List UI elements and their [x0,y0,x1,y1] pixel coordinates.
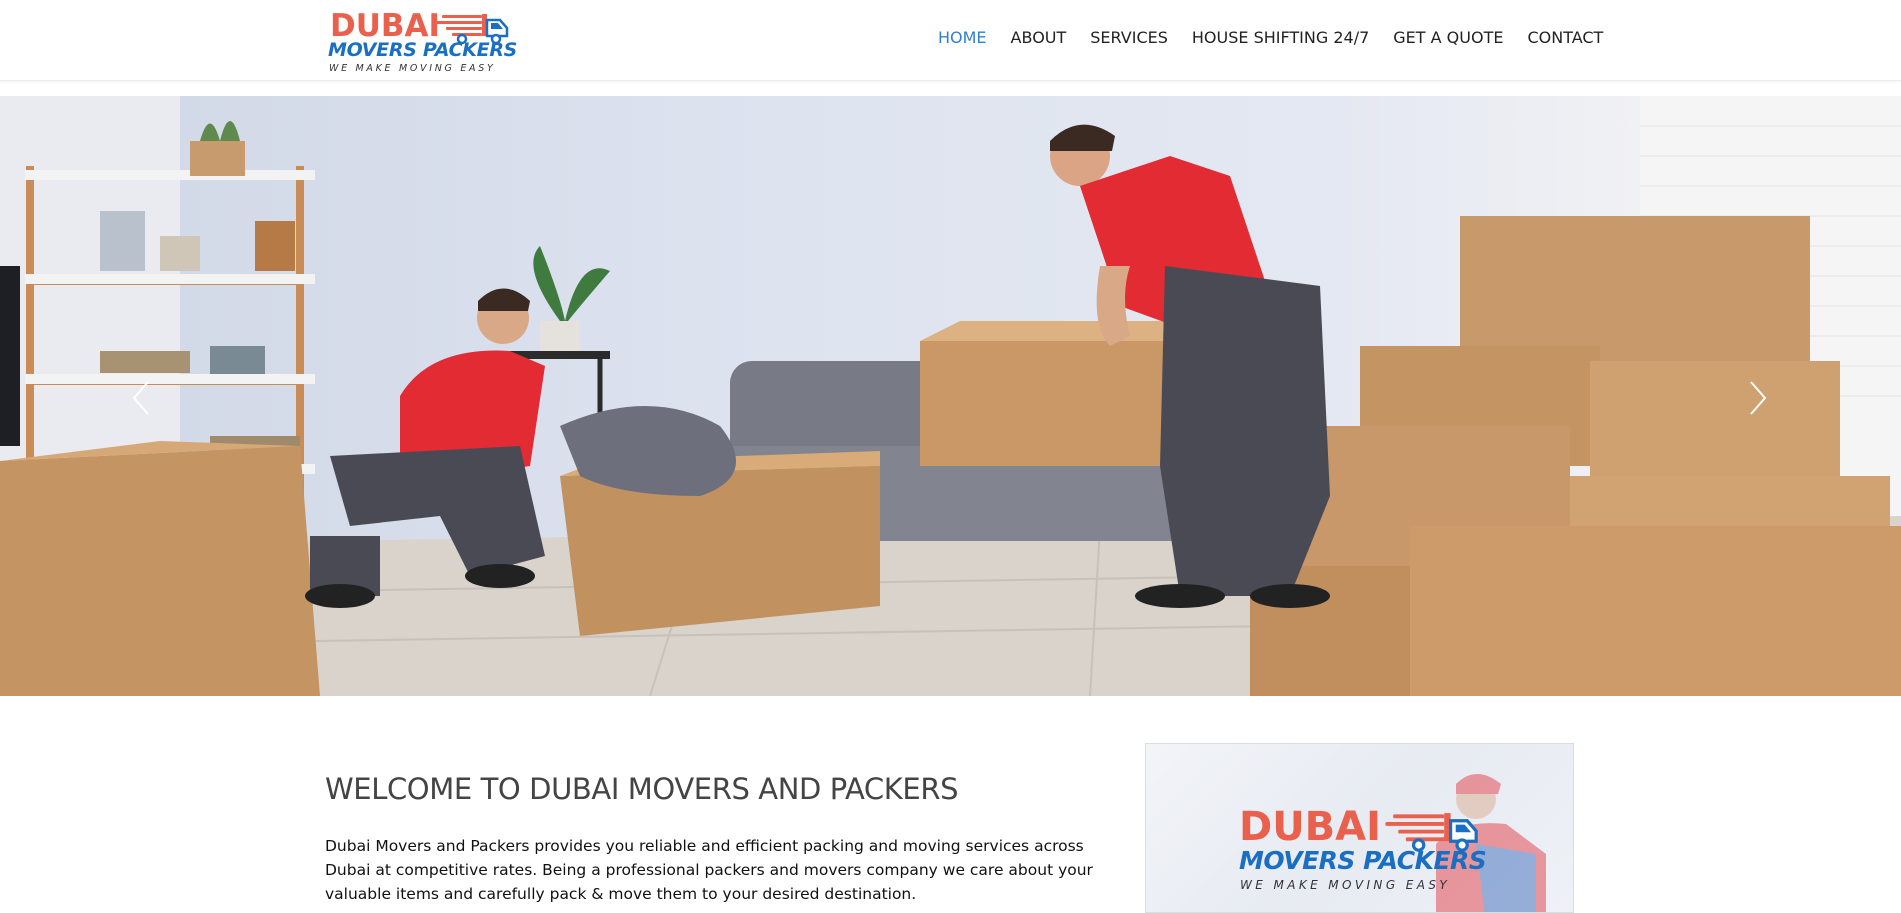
slider-next-button[interactable] [1743,378,1773,418]
nav-item-get-a-quote[interactable]: GET A QUOTE [1393,26,1503,50]
main-nav: HOME ABOUT SERVICES HOUSE SHIFTING 24/7 … [938,26,1603,50]
nav-item-house-shifting[interactable]: HOUSE SHIFTING 24/7 [1192,26,1369,50]
nav-item-about[interactable]: ABOUT [1011,26,1067,50]
nav-item-contact[interactable]: CONTACT [1527,26,1603,50]
chevron-left-icon [132,381,149,415]
hero-image [0,96,1901,696]
welcome-heading: WELCOME TO DUBAI MOVERS AND PACKERS [325,772,959,806]
hero-slider [0,96,1901,696]
logo-word-movers-packers: MOVERS PACKERS [328,39,518,61]
card-logo-word-dubai: DUBAI [1239,804,1382,850]
chevron-right-icon [1750,381,1767,415]
card-logo-word-movers-packers: MOVERS PACKERS [1239,846,1487,875]
nav-item-services[interactable]: SERVICES [1090,26,1168,50]
logo-tagline: WE MAKE MOVING EASY [329,63,496,74]
card-logo: DUBAI MOVERS PACKERS WE MAKE MOVING EASY [1239,804,1509,894]
card-logo-tagline: WE MAKE MOVING EASY [1240,878,1451,892]
about-image-card: DUBAI MOVERS PACKERS WE MAKE MOVING EASY [1145,743,1574,913]
nav-item-home[interactable]: HOME [938,26,987,50]
welcome-paragraph: Dubai Movers and Packers provides you re… [325,837,1093,903]
site-logo[interactable]: DUBAI MOVERS PACKERS WE MAKE MOVING EASY [328,8,523,76]
slider-prev-button[interactable] [126,378,156,418]
site-header: DUBAI MOVERS PACKERS WE MAKE MOVING EASY… [0,0,1901,81]
